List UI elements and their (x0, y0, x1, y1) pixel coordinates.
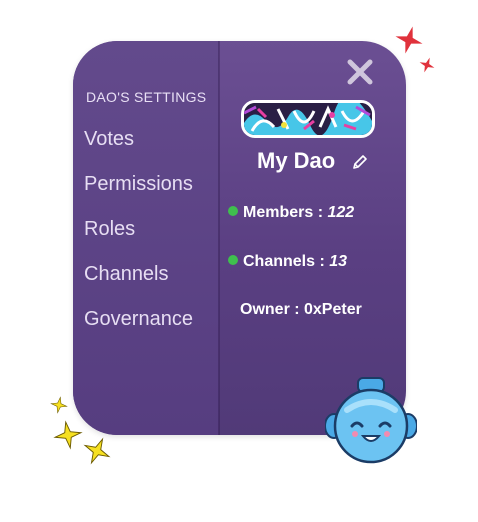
channels-label: Channels : (243, 253, 325, 270)
robot-mascot (325, 377, 417, 464)
star-icon-yellow-large (83, 437, 111, 465)
star-icon-yellow-small (50, 396, 68, 414)
sidebar-item-channels[interactable]: Channels (84, 263, 169, 286)
online-dot (228, 255, 238, 265)
sidebar-item-permissions[interactable]: Permissions (84, 173, 193, 196)
members-stat: Members : 122 (228, 204, 354, 222)
pencil-icon[interactable] (351, 153, 369, 171)
dao-banner-image (241, 100, 375, 138)
channels-count: 13 (329, 253, 348, 270)
sidebar-item-governance[interactable]: Governance (84, 308, 193, 331)
members-label: Members : (243, 204, 324, 221)
owner-text: Owner : 0xPeter (240, 301, 362, 318)
channels-stat: Channels : 13 (228, 253, 347, 271)
sidebar-item-roles[interactable]: Roles (84, 218, 135, 241)
dao-name: My Dao (257, 148, 336, 173)
close-icon[interactable] (345, 57, 375, 87)
online-dot (228, 206, 238, 216)
sidebar-item-votes[interactable]: Votes (84, 128, 134, 151)
sidebar-title: DAO'S SETTINGS (86, 89, 207, 105)
star-icon-red-small (419, 57, 435, 73)
members-count: 122 (327, 204, 355, 221)
panel-divider (218, 41, 220, 435)
star-icon-red-large (395, 26, 423, 54)
settings-sidebar: DAO'S SETTINGS Votes Permissions Roles C… (73, 41, 219, 435)
